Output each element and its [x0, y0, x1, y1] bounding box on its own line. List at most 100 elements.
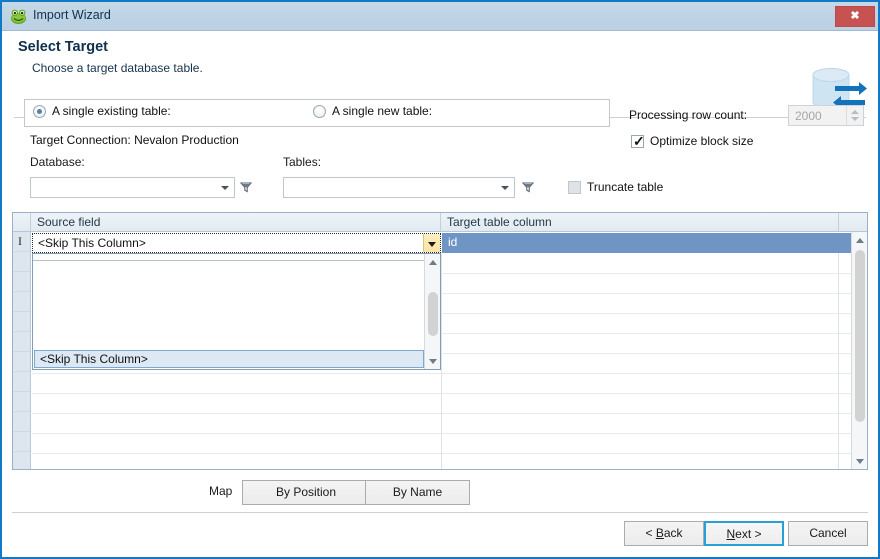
radio-single-existing-table[interactable]: A single existing table:	[33, 104, 171, 118]
dropdown-scroll-thumb[interactable]	[428, 292, 438, 336]
back-accelerator: B	[655, 526, 664, 540]
grid-row-divider	[32, 393, 867, 394]
database-combo[interactable]	[30, 177, 235, 198]
gutter-row[interactable]: I	[13, 232, 30, 252]
dropdown-divider	[33, 260, 425, 261]
dropdown-scrollbar[interactable]	[424, 254, 440, 369]
stepper-down-icon[interactable]	[851, 117, 859, 121]
target-table-column-cell[interactable]: id	[442, 233, 838, 253]
tables-label: Tables:	[283, 155, 322, 169]
optimize-block-size-label: Optimize block size	[650, 134, 754, 148]
source-field-value: <Skip This Column>	[38, 236, 146, 250]
toad-frog-icon	[10, 8, 27, 25]
stepper-buttons[interactable]	[846, 106, 863, 125]
radio-label-existing: A single existing table:	[52, 104, 171, 118]
grid-header-filler	[839, 213, 867, 231]
chevron-down-icon	[501, 185, 509, 190]
close-button[interactable]: ✖	[835, 6, 875, 27]
gutter-row[interactable]	[13, 312, 30, 332]
target-connection-text: Target Connection: Nevalon Production	[30, 133, 239, 147]
grid-scroll-down-button[interactable]	[852, 454, 867, 469]
grid-row-divider	[32, 413, 867, 414]
gutter-row[interactable]	[13, 412, 30, 432]
grid-column-divider[interactable]	[441, 253, 442, 469]
gutter-row[interactable]	[13, 272, 30, 292]
map-by-position-button[interactable]: By Position	[242, 480, 370, 505]
processing-row-count-value: 2000	[795, 109, 822, 123]
window-title: Import Wizard	[33, 8, 111, 22]
wizard-header: Select Target Choose a target database t…	[2, 31, 878, 118]
gutter-row[interactable]	[13, 332, 30, 352]
optimize-block-size-checkbox[interactable]: ✓ Optimize block size	[631, 132, 754, 149]
gutter-row[interactable]	[13, 452, 30, 469]
gutter-row[interactable]	[13, 392, 30, 412]
next-suffix: ext >	[735, 527, 762, 541]
gutter-row[interactable]	[13, 352, 30, 372]
checkbox-indicator-optimize: ✓	[631, 132, 645, 149]
cancel-button[interactable]: Cancel	[788, 521, 868, 546]
next-accelerator: N	[726, 527, 736, 541]
scroll-up-icon	[855, 237, 864, 243]
grid-vertical-scrollbar[interactable]	[851, 232, 867, 469]
import-wizard-window: Import Wizard ✖ Select Target Choose a t…	[0, 0, 880, 559]
grid-scroll-thumb[interactable]	[855, 250, 865, 422]
grid-row-gutter: I	[13, 232, 31, 469]
page-title: Select Target	[18, 39, 108, 55]
grid-header-gutter	[13, 213, 31, 231]
grid-row-divider	[32, 433, 867, 434]
grid-column-divider[interactable]	[838, 253, 839, 469]
source-field-cell[interactable]: <Skip This Column>	[32, 233, 441, 253]
back-suffix: ack	[663, 526, 683, 540]
truncate-table-checkbox[interactable]: Truncate table	[568, 180, 663, 194]
target-type-group: A single existing table: A single new ta…	[24, 99, 610, 127]
dropdown-item-skip-this-column[interactable]: <Skip This Column>	[34, 350, 424, 368]
map-by-name-button[interactable]: By Name	[365, 480, 470, 505]
radio-single-new-table[interactable]: A single new table:	[313, 104, 432, 118]
dropdown-scroll-up-button[interactable]	[425, 254, 440, 269]
processing-row-count-label: Processing row count:	[629, 108, 748, 122]
gutter-row[interactable]	[13, 292, 30, 312]
chevron-down-icon	[221, 185, 229, 190]
gutter-row[interactable]	[13, 372, 30, 392]
grid-scroll-up-button[interactable]	[852, 232, 867, 247]
source-field-dropdown-button[interactable]	[423, 234, 440, 252]
target-table-column-value: id	[448, 235, 458, 249]
title-bar: Import Wizard ✖	[2, 2, 878, 31]
checkbox-indicator-truncate	[568, 180, 581, 194]
grid-header-row: Source field Target table column	[13, 213, 867, 232]
grid-header-source-field[interactable]: Source field	[31, 213, 441, 231]
radio-label-new: A single new table:	[332, 104, 433, 118]
scroll-down-icon	[428, 358, 437, 364]
footer-divider	[12, 512, 868, 513]
grid-row-divider	[32, 453, 867, 454]
chevron-down-icon	[428, 242, 436, 247]
page-subtitle: Choose a target database table.	[32, 61, 203, 75]
next-button[interactable]: Next >	[704, 521, 784, 546]
grid-header-target-table-column[interactable]: Target table column	[441, 213, 839, 231]
source-field-dropdown-list[interactable]: · · <Skip This Column>	[32, 253, 441, 370]
back-prefix: <	[645, 526, 656, 540]
radio-indicator-existing	[33, 104, 46, 118]
check-icon: ✓	[633, 132, 645, 149]
tables-filter-icon[interactable]	[521, 180, 535, 194]
scroll-down-icon	[855, 458, 864, 464]
back-button[interactable]: < Back	[624, 521, 704, 546]
radio-indicator-new	[313, 104, 326, 118]
dropdown-clipped-item-label: · ·	[38, 254, 49, 259]
gutter-row[interactable]	[13, 432, 30, 452]
truncate-table-label: Truncate table	[587, 180, 664, 194]
database-label: Database:	[30, 155, 85, 169]
map-label: Map	[209, 484, 233, 498]
mapping-grid: Source field Target table column I <Skip…	[12, 212, 868, 470]
processing-row-count-stepper[interactable]: 2000	[788, 105, 864, 126]
stepper-up-icon[interactable]	[851, 110, 859, 114]
grid-row-divider	[32, 373, 867, 374]
row-edit-cursor-icon: I	[18, 234, 22, 248]
scroll-up-icon	[428, 259, 437, 265]
database-filter-icon[interactable]	[239, 180, 253, 194]
tables-combo[interactable]	[283, 177, 515, 198]
dropdown-item-label: <Skip This Column>	[40, 352, 148, 366]
gutter-row[interactable]	[13, 252, 30, 272]
close-icon: ✖	[850, 10, 860, 22]
dropdown-scroll-down-button[interactable]	[425, 354, 440, 369]
